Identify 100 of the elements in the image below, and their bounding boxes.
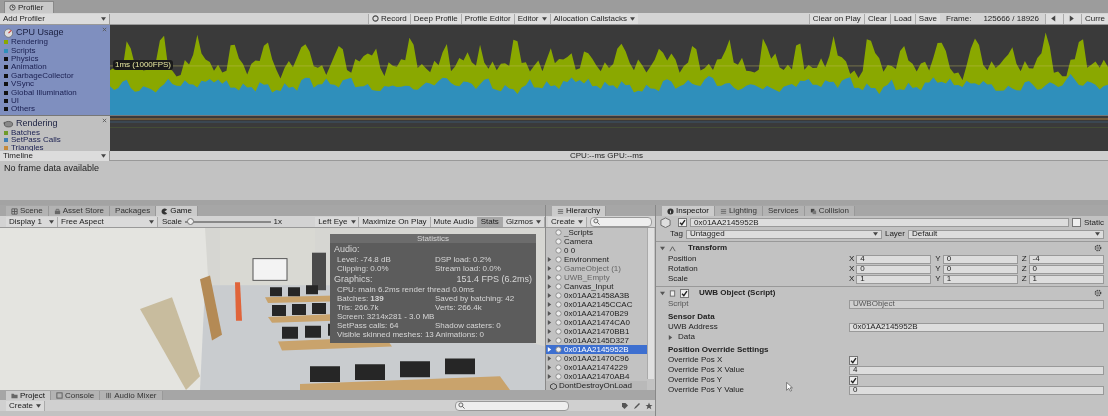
number-field[interactable]: 1 xyxy=(942,274,1018,284)
panel-tab[interactable]: Inspector xyxy=(662,206,715,216)
create-dropdown[interactable]: Create xyxy=(548,216,587,227)
toolbar-button[interactable]: Clear xyxy=(863,13,890,24)
profiler-tab[interactable]: Profiler xyxy=(4,1,55,13)
caret-icon xyxy=(149,219,154,224)
hierarchy-item[interactable]: 0x01AA21470AB4 xyxy=(546,372,647,381)
bag-icon xyxy=(53,207,61,215)
tag-icon[interactable] xyxy=(621,401,629,410)
add-profiler-dropdown[interactable]: Add Profiler xyxy=(0,13,110,24)
enabled-checkbox[interactable] xyxy=(680,288,689,298)
close-icon[interactable] xyxy=(102,118,107,123)
field-label: UWB Address xyxy=(668,323,718,331)
hierarchy-item[interactable]: Environment xyxy=(546,255,647,264)
checkbox[interactable] xyxy=(849,355,858,365)
hierarchy-item[interactable]: _Scripts xyxy=(546,228,647,237)
panel-tab[interactable]: Collision xyxy=(804,206,855,216)
search-field[interactable] xyxy=(455,400,569,411)
hierarchy-item[interactable]: 0x01AA21458A3B xyxy=(546,291,647,300)
field-label: Static xyxy=(1084,218,1104,227)
panel-tab[interactable]: Services xyxy=(762,206,805,216)
toolbar-dropdown[interactable]: Allocation Callstacks xyxy=(549,13,638,24)
toolbar-button[interactable]: Profile Editor xyxy=(460,13,514,24)
name-field[interactable]: 0x01AA2145952B xyxy=(690,218,1069,227)
scrollbar[interactable] xyxy=(647,228,654,379)
active-checkbox[interactable] xyxy=(678,218,687,227)
field-label: Data xyxy=(678,333,695,341)
axis-label: Z xyxy=(1021,275,1027,283)
tag-dropdown[interactable]: Untagged xyxy=(685,229,882,239)
static-checkbox[interactable] xyxy=(1072,218,1081,227)
next-frame-button[interactable] xyxy=(1063,13,1081,24)
expanded-arrow-icon[interactable] xyxy=(660,290,665,296)
toolbar-toggle[interactable]: Mute Audio xyxy=(430,216,478,227)
legend-label: Animation xyxy=(11,63,47,72)
toolbar-dropdown[interactable]: Display 1 xyxy=(6,216,58,227)
hierarchy-item[interactable]: 0x01AA2145CCAC xyxy=(546,300,647,309)
statistics-value: Shadow casters: 0 xyxy=(435,321,501,330)
view-mode-dropdown[interactable]: Timeline xyxy=(0,151,110,161)
hierarchy-item[interactable]: 0x01AA21474CA0 xyxy=(546,318,647,327)
number-field[interactable]: 0 xyxy=(942,264,1018,274)
script-icon xyxy=(669,289,676,297)
pacman-icon xyxy=(161,207,169,215)
settings-icon[interactable] xyxy=(1094,289,1102,297)
previous-frame-button[interactable] xyxy=(1045,13,1063,24)
panel-tab[interactable]: Lighting xyxy=(714,206,763,216)
number-field[interactable]: -4 xyxy=(1028,254,1104,264)
hierarchy-item[interactable]: 0x01AA21470C96 xyxy=(546,354,647,363)
number-field[interactable]: 1 xyxy=(856,274,932,284)
toolbar-button[interactable]: Deep Profile xyxy=(409,13,461,24)
slider-thumb[interactable] xyxy=(186,218,194,225)
toolbar-button[interactable]: Save xyxy=(914,13,941,24)
close-icon[interactable] xyxy=(102,27,107,32)
toolbar-dropdown[interactable]: Gizmos xyxy=(502,216,545,227)
hierarchy-item[interactable]: 0x01AA21470B29 xyxy=(546,309,647,318)
toolbar-dropdown[interactable]: Free Aspect xyxy=(58,216,158,227)
toolbar-button[interactable]: Clear on Play xyxy=(808,13,864,24)
caret-icon xyxy=(1095,232,1100,236)
legend-label: Global Illumination xyxy=(11,88,77,97)
search-icon xyxy=(593,218,600,225)
hierarchy-item[interactable]: 0x01AA2145952B xyxy=(546,345,647,354)
hierarchy-item[interactable]: Camera xyxy=(546,237,647,246)
search-field[interactable] xyxy=(590,216,652,227)
number-field[interactable]: 1 xyxy=(1028,274,1104,284)
settings-icon[interactable] xyxy=(1094,244,1102,252)
statistics-value: Clipping: 0.0% xyxy=(337,264,390,273)
layer-dropdown[interactable]: Default xyxy=(907,229,1104,239)
profiler-module-panel[interactable]: CPU Usage Rendering Scripts Physics Animation GarbageCollector VSync Global Illumination UI Others xyxy=(0,25,110,115)
scale-slider[interactable] xyxy=(185,218,271,225)
caret-icon xyxy=(101,154,106,158)
toolbar-dropdown[interactable]: Left Eye xyxy=(315,216,360,227)
toolbar-button[interactable]: Curre xyxy=(1081,13,1108,24)
number-field[interactable]: 0 xyxy=(1028,264,1104,274)
number-field[interactable]: 4 xyxy=(856,254,932,264)
number-field[interactable]: 0 xyxy=(942,254,1018,264)
text-field[interactable]: 0x01AA2145952B xyxy=(849,322,1104,332)
star-icon[interactable] xyxy=(645,401,653,410)
profiler-module-panel[interactable]: Rendering Batches SetPass Calls Triangles xyxy=(0,116,110,151)
toolbar-button[interactable]: Load xyxy=(890,13,915,24)
toolbar-dropdown[interactable]: Editor xyxy=(513,13,550,24)
expanded-arrow-icon[interactable] xyxy=(660,245,665,251)
module-title: CPU Usage xyxy=(16,27,64,37)
hierarchy-item[interactable]: Canvas_Input xyxy=(546,282,647,291)
toolbar-toggle[interactable]: Maximize On Play xyxy=(359,216,431,227)
hierarchy-item[interactable]: 0 0 xyxy=(546,246,647,255)
number-field[interactable]: 0 xyxy=(856,264,932,274)
hierarchy-item[interactable]: 0x01AA21470BB1 xyxy=(546,327,647,336)
create-dropdown[interactable]: Create xyxy=(6,400,45,411)
collapsed-arrow-icon[interactable] xyxy=(668,334,673,340)
text-field[interactable]: 4 xyxy=(849,365,1104,375)
caret-icon xyxy=(541,16,547,21)
module-title: Rendering xyxy=(16,118,58,128)
hierarchy-item[interactable]: 0x01AA2145D327 xyxy=(546,336,647,345)
pencil-icon[interactable] xyxy=(633,401,641,410)
checkbox[interactable] xyxy=(849,375,858,385)
hierarchy-item[interactable]: 0x01AA21474229 xyxy=(546,363,647,372)
axis-label: X xyxy=(849,265,855,273)
axis-label: X xyxy=(849,255,855,263)
record-button[interactable]: Record xyxy=(368,13,410,24)
text-field[interactable]: 0 xyxy=(849,385,1104,395)
toolbar-toggle[interactable]: Stats xyxy=(477,216,503,227)
